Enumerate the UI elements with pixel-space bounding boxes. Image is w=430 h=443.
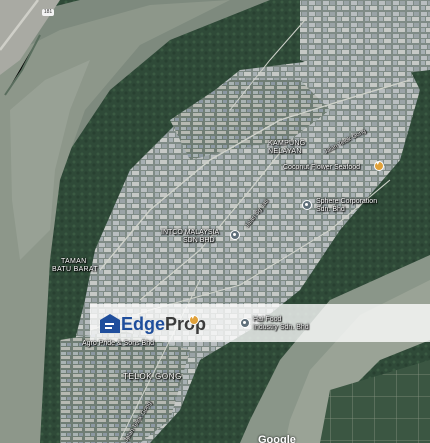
- route-shield: 181: [42, 9, 54, 16]
- business-pin-icon[interactable]: [302, 200, 312, 210]
- food-pin-icon[interactable]: [189, 313, 199, 325]
- label-taman-batu-barat[interactable]: TAMAN BATU BARAT: [52, 258, 98, 274]
- watermark-brand-edge: Edge: [121, 314, 166, 334]
- poi-intco-line1: INTCO MALAYSIA: [161, 229, 220, 236]
- poi-hai-food-label[interactable]: Hai Food Industry Sdn. Bhd: [253, 316, 309, 332]
- edgeprop-logo-icon: [100, 314, 120, 333]
- poi-sphere-corp-line1: Sphere Corporation: [316, 198, 378, 205]
- poi-hai-food-line2: Industry Sdn. Bhd: [253, 324, 309, 331]
- watermark-brand-prop: Prop: [165, 314, 207, 334]
- restaurant-pin-icon[interactable]: [374, 159, 384, 171]
- poi-coconut-flower-label[interactable]: Coconut Flower Seafood: [283, 164, 360, 172]
- label-taman-line1: TAMAN: [61, 258, 87, 265]
- label-kampung-nelayan[interactable]: KAMPUNG NELAYAN: [268, 140, 306, 156]
- poi-hai-food-line1: Hai Food: [253, 316, 282, 323]
- poi-agro-pride-label[interactable]: Agro Pride & Sons Bhd: [82, 340, 154, 348]
- poi-intco-line2: SDN BHD: [183, 237, 215, 244]
- poi-sphere-corp-line2: Sdn. Bhd: [316, 206, 345, 213]
- map-imagery: [0, 0, 430, 443]
- label-kampung-nelayan-line2: NELAYAN: [268, 148, 302, 155]
- label-kampung-nelayan-line1: KAMPUNG: [268, 140, 306, 147]
- satellite-map[interactable]: 181 KAMPUNG NELAYAN Jalan Telok Gong Coc…: [0, 0, 430, 443]
- poi-intco-label[interactable]: INTCO MALAYSIA SDN BHD: [161, 229, 219, 245]
- poi-sphere-corp-label[interactable]: Sphere Corporation Sdn. Bhd: [316, 198, 377, 214]
- business-pin-icon[interactable]: [240, 318, 250, 328]
- label-taman-line2: BATU BARAT: [52, 266, 98, 273]
- business-pin-icon[interactable]: [230, 230, 240, 240]
- google-attribution: Google: [258, 434, 296, 443]
- label-telok-gong[interactable]: TELOK GONG: [123, 373, 182, 381]
